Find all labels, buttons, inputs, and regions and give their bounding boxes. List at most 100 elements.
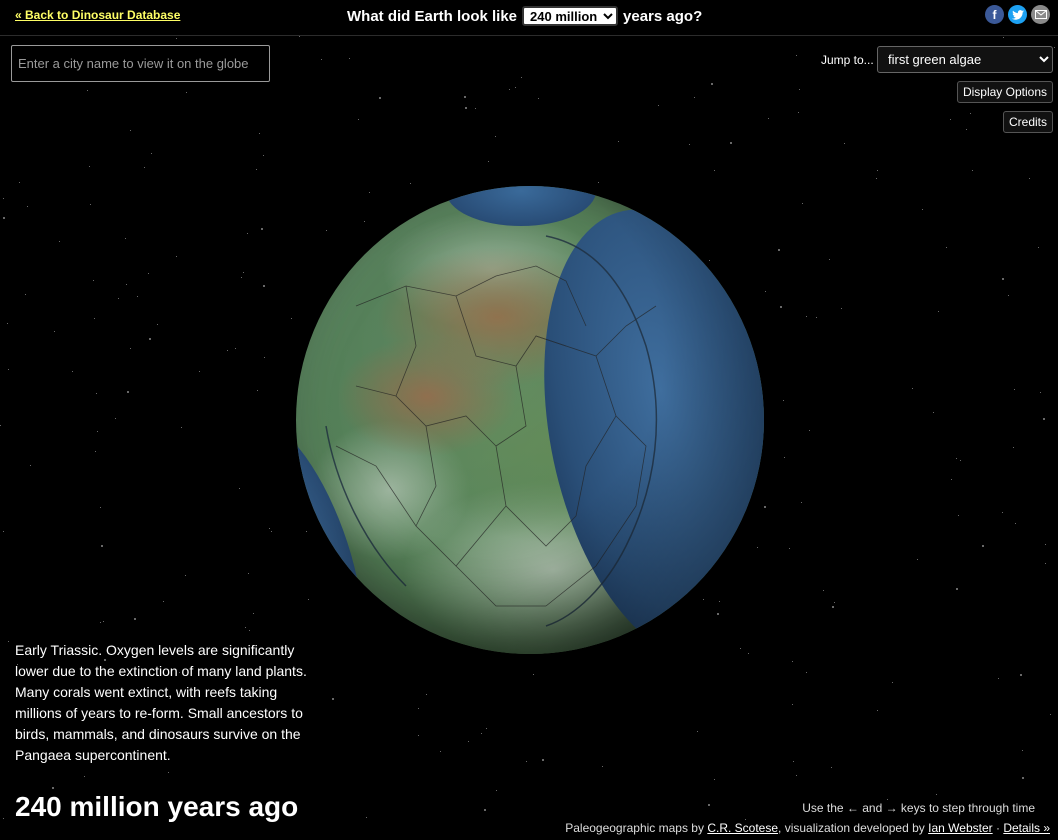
star xyxy=(148,273,149,274)
star xyxy=(694,97,695,98)
star xyxy=(468,741,469,742)
star xyxy=(922,209,923,210)
star xyxy=(912,388,913,389)
viz-credit-prefix: , visualization developed by xyxy=(778,821,925,835)
star xyxy=(792,661,793,662)
star xyxy=(764,506,766,508)
facebook-icon[interactable]: f xyxy=(985,5,1004,24)
era-description: Early Triassic. Oxygen levels are signif… xyxy=(15,642,307,763)
star xyxy=(841,308,842,309)
details-link[interactable]: Details » xyxy=(1003,821,1050,835)
star xyxy=(938,311,939,312)
star xyxy=(481,733,482,734)
twitter-icon[interactable] xyxy=(1008,5,1027,24)
star xyxy=(3,198,4,199)
star xyxy=(118,298,119,299)
star xyxy=(235,348,236,349)
earth-globe[interactable] xyxy=(296,186,764,654)
page-title: What did Earth look like 240 million yea… xyxy=(347,6,702,26)
star xyxy=(711,83,713,85)
star xyxy=(349,58,350,59)
top-bar: « Back to Dinosaur Database What did Ear… xyxy=(0,0,1058,36)
star xyxy=(1013,447,1014,448)
star xyxy=(1029,178,1030,179)
star xyxy=(8,369,9,370)
star xyxy=(970,113,971,114)
star xyxy=(426,694,427,695)
star xyxy=(542,759,544,761)
star xyxy=(958,515,959,516)
star xyxy=(181,427,182,428)
star xyxy=(3,531,4,532)
star xyxy=(796,775,797,776)
star xyxy=(521,77,522,78)
star xyxy=(509,89,510,90)
city-search-input[interactable] xyxy=(11,45,270,82)
star xyxy=(239,488,240,489)
display-options-button[interactable]: Display Options xyxy=(956,81,1053,103)
star xyxy=(798,112,799,113)
star xyxy=(241,277,242,278)
star xyxy=(418,708,419,709)
star xyxy=(59,241,60,242)
star xyxy=(465,107,467,109)
star xyxy=(3,818,4,819)
star xyxy=(100,507,101,508)
star xyxy=(186,92,187,93)
star xyxy=(72,371,73,372)
star xyxy=(134,618,136,620)
star xyxy=(271,531,272,532)
star xyxy=(1015,523,1016,524)
scotese-link[interactable]: C.R. Scotese xyxy=(707,821,778,835)
star xyxy=(185,575,186,576)
title-suffix: years ago? xyxy=(623,7,703,25)
star xyxy=(982,545,984,547)
star xyxy=(96,393,97,394)
back-to-dinosaur-database-link[interactable]: « Back to Dinosaur Database xyxy=(15,8,180,22)
star xyxy=(125,238,126,239)
credits-button[interactable]: Credits xyxy=(1002,111,1053,133)
star xyxy=(30,465,31,466)
star xyxy=(93,280,94,281)
email-icon[interactable] xyxy=(1031,5,1050,24)
star xyxy=(799,89,800,90)
star xyxy=(95,451,96,452)
ian-webster-link[interactable]: Ian Webster xyxy=(928,821,992,835)
star xyxy=(892,682,893,683)
star xyxy=(933,412,934,413)
star xyxy=(783,400,784,401)
era-select[interactable]: 240 million xyxy=(522,6,619,26)
star xyxy=(802,203,803,204)
star xyxy=(137,296,138,297)
star xyxy=(526,761,527,762)
star xyxy=(602,766,603,767)
star xyxy=(778,249,780,251)
star xyxy=(765,291,766,292)
star xyxy=(130,348,131,349)
star xyxy=(54,331,55,332)
star xyxy=(832,606,834,608)
star xyxy=(84,776,85,777)
star xyxy=(1040,392,1041,393)
star xyxy=(792,704,793,705)
star xyxy=(793,761,794,762)
star xyxy=(1014,389,1015,390)
star xyxy=(366,817,367,818)
star xyxy=(495,136,496,137)
title-prefix: What did Earth look like xyxy=(347,7,518,25)
star xyxy=(1020,674,1022,676)
star xyxy=(1002,512,1003,513)
star xyxy=(25,294,26,295)
star xyxy=(877,710,878,711)
star xyxy=(801,502,802,503)
jump-to-select[interactable]: first green algae xyxy=(877,46,1053,73)
star xyxy=(946,247,947,248)
star xyxy=(157,324,158,325)
star xyxy=(103,621,104,622)
star xyxy=(780,306,782,308)
star xyxy=(1008,295,1009,296)
star xyxy=(100,622,101,623)
star xyxy=(956,588,958,590)
star xyxy=(101,545,103,547)
star xyxy=(1022,777,1024,779)
